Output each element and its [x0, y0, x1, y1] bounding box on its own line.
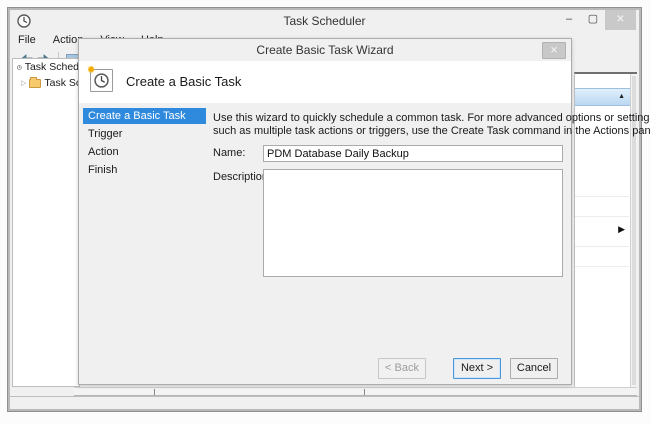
dialog-header: ✹ Create a Basic Task	[79, 61, 571, 103]
pane-bottom-strip	[74, 387, 637, 396]
expand-right-icon[interactable]: ▶	[618, 224, 625, 235]
create-task-icon: ✹	[90, 69, 113, 92]
folder-icon	[29, 79, 41, 88]
maximize-button[interactable]: ▢	[581, 10, 605, 30]
window-title: Task Scheduler	[10, 14, 639, 28]
close-button[interactable]: ✕	[605, 10, 636, 30]
step-action: Action	[83, 144, 206, 160]
minimize-button[interactable]: –	[557, 10, 581, 30]
divider	[575, 246, 629, 247]
tree-item-label: Task Sc	[44, 77, 80, 89]
wizard-steps: Create a Basic Task Trigger Action Finis…	[83, 108, 206, 180]
tree-expander-icon[interactable]: ▷	[21, 79, 26, 87]
wizard-content: Use this wizard to quickly schedule a co…	[213, 112, 563, 277]
dialog-body: Create a Basic Task Trigger Action Finis…	[79, 103, 571, 352]
splitter-handle[interactable]	[154, 389, 155, 395]
divider	[575, 266, 629, 267]
description-input[interactable]	[263, 169, 563, 277]
name-input[interactable]	[263, 145, 563, 162]
dialog-heading: Create a Basic Task	[126, 74, 241, 89]
window-titlebar: Task Scheduler – ▢ ✕	[10, 10, 639, 32]
splitter-handle[interactable]	[364, 389, 365, 395]
collapse-icon[interactable]: ▲	[618, 93, 625, 100]
dialog-close-icon[interactable]: ✕	[542, 42, 566, 59]
statusbar	[10, 396, 639, 409]
name-label: Name:	[213, 145, 263, 162]
create-basic-task-wizard-dialog: Create Basic Task Wizard ✕ ✹ Create a Ba…	[78, 38, 572, 385]
tree-item-label: Task Sched	[25, 61, 79, 73]
divider	[575, 216, 629, 217]
description-label: Description:	[213, 169, 263, 277]
dialog-title: Create Basic Task Wizard	[79, 43, 571, 57]
dialog-button-row: < Back Next > Cancel	[79, 352, 571, 384]
back-button[interactable]: < Back	[378, 358, 426, 379]
dialog-titlebar: Create Basic Task Wizard ✕	[79, 39, 571, 61]
next-button[interactable]: Next >	[453, 358, 501, 379]
cancel-button[interactable]: Cancel	[510, 358, 558, 379]
clock-icon	[17, 62, 22, 73]
menu-file[interactable]: File	[18, 34, 36, 46]
tree-item-task-scheduler[interactable]: Task Sched	[13, 59, 79, 75]
step-create-a-basic-task: Create a Basic Task	[83, 108, 206, 124]
actions-pane-header[interactable]: ▲	[575, 88, 637, 106]
step-finish: Finish	[83, 162, 206, 178]
tree-pane: Task Sched ▷ Task Sc	[12, 58, 80, 387]
divider	[575, 196, 629, 197]
tree-item-task-scheduler-library[interactable]: ▷ Task Sc	[13, 75, 79, 91]
step-trigger: Trigger	[83, 126, 206, 142]
intro-text: Use this wizard to quickly schedule a co…	[213, 112, 563, 138]
